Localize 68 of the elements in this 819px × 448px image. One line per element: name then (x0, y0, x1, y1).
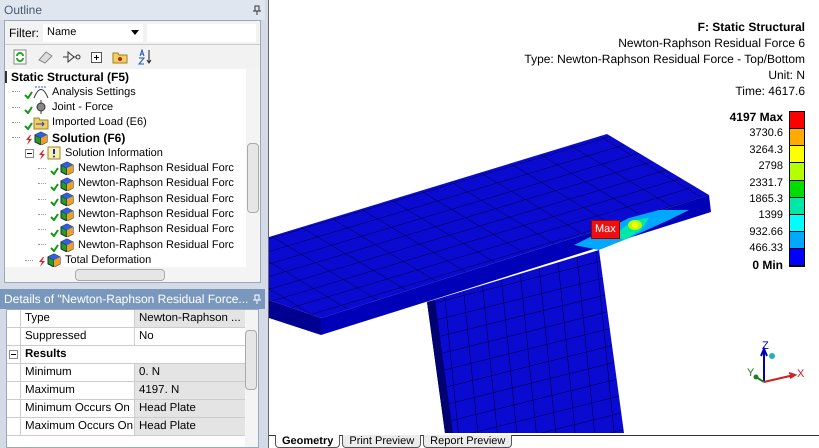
legend-value: 2798 (758, 159, 783, 174)
property-value[interactable]: 4197. N (135, 382, 245, 399)
result-cube-icon (59, 222, 75, 237)
legend-value: 932.66 (749, 224, 783, 240)
result-cube-icon (59, 176, 75, 191)
tree-connector-icon[interactable] (63, 51, 81, 63)
tree-item[interactable]: Newton-Raphson Residual Forc (78, 236, 234, 254)
result-info: Time: 4617.6 (735, 83, 805, 99)
refresh-icon[interactable] (13, 49, 27, 65)
sort-icon[interactable] (138, 49, 152, 65)
tree-item[interactable]: Analysis Settings (52, 84, 136, 100)
eraser-icon[interactable] (37, 50, 53, 64)
view-tab[interactable]: Report Preview (423, 435, 512, 448)
result-title: F: Static Structural (698, 19, 805, 35)
tree-item[interactable]: Newton-Raphson Residual Forc (78, 175, 234, 192)
legend-value: 1399 (758, 208, 783, 224)
folder-arrow-icon (33, 116, 49, 130)
horizontal-scrollbar[interactable] (5, 267, 260, 282)
collapse-icon[interactable] (9, 350, 18, 359)
expand-icon[interactable] (91, 52, 102, 62)
view-tab[interactable]: Print Preview (342, 435, 422, 448)
legend-value: 2331.7 (749, 176, 783, 191)
legend-value: 3730.6 (749, 126, 783, 142)
axis-label: X (797, 368, 804, 380)
result-cube-icon (59, 207, 75, 222)
result-cube-icon (46, 253, 62, 267)
property-value[interactable]: Head Plate (135, 418, 245, 435)
result-cube-icon (59, 192, 75, 206)
tree-item[interactable]: Joint - Force (52, 99, 114, 116)
group-header: Results (24, 346, 68, 362)
legend-value: 0 Min (752, 256, 783, 274)
folder-icon[interactable] (112, 50, 128, 64)
info-folder-icon (46, 146, 62, 160)
filter-label: Filter: (9, 24, 39, 42)
panel-title: Details of "Newton-Raphson Residual Force... (4, 291, 248, 308)
property-value[interactable]: Newton-Raphson ... (135, 310, 245, 327)
tree-item[interactable]: Newton-Raphson Residual Forc (78, 206, 234, 223)
result-cube-icon (33, 130, 49, 145)
tree-item[interactable]: Solution (F6) (52, 128, 126, 147)
load-curve-icon (33, 84, 49, 99)
scrollbar[interactable] (244, 310, 258, 447)
view-tab[interactable]: Geometry (275, 435, 340, 448)
legend-value: 1865.3 (749, 192, 783, 208)
property-value[interactable]: 0. N (135, 364, 245, 381)
pin-icon[interactable] (253, 5, 261, 15)
tree-item[interactable]: Newton-Raphson Residual Forc (78, 221, 234, 238)
tree-item[interactable]: Total Deformation (65, 252, 152, 267)
filter-dropdown[interactable]: Name (43, 24, 143, 42)
legend-value: 466.33 (749, 241, 783, 256)
tree-item[interactable]: Newton-Raphson Residual Forc (78, 190, 234, 208)
tree-item[interactable]: Newton-Raphson Residual Forc (78, 160, 234, 177)
tree-item[interactable]: Solution Information (65, 144, 163, 162)
result-cube-icon (59, 161, 75, 176)
panel-title: Outline (4, 2, 42, 19)
tree-item[interactable]: Imported Load (E6) (52, 114, 147, 131)
result-cube-icon (59, 238, 75, 252)
collapse-icon[interactable] (25, 148, 34, 158)
result-info: Newton-Raphson Residual Force 6 (618, 35, 805, 51)
caret-icon (131, 30, 139, 35)
result-info: Type: Newton-Raphson Residual Force - Top/Bottom (524, 51, 805, 67)
legend-value: 3264.3 (749, 142, 783, 158)
property-value[interactable]: Head Plate (135, 400, 245, 417)
bracket-icon (5, 70, 8, 83)
legend-value: 4197 Max (730, 109, 783, 126)
max-label: Max (591, 220, 620, 238)
axis-label: Y (747, 367, 754, 379)
tree-item[interactable]: Static Structural (F5) (11, 69, 130, 86)
result-info: Unit: N (768, 67, 805, 83)
